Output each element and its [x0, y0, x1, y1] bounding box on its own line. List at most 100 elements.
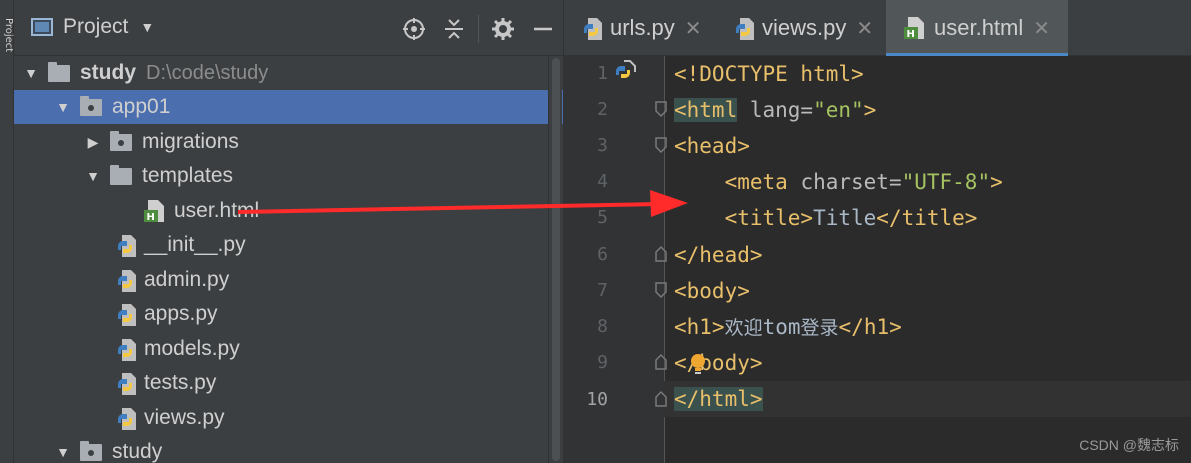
code-token-attr: lang=: [737, 98, 814, 122]
code-token: </h1>: [838, 315, 902, 339]
tab-views-py[interactable]: views.py ✕: [716, 0, 884, 56]
line-number: 2: [597, 99, 608, 120]
toolbar-divider: [478, 15, 479, 43]
code-token: >: [863, 98, 877, 122]
line-number: 3: [597, 135, 608, 156]
code-line-1[interactable]: <!DOCTYPE html>: [674, 56, 864, 92]
python-file-icon: [582, 17, 604, 40]
watermark: CSDN @魏志标: [1079, 437, 1179, 453]
close-icon[interactable]: ✕: [685, 16, 702, 41]
chevron-down-icon[interactable]: ▼: [140, 19, 154, 35]
tree-item-migrations[interactable]: ▶ migrations: [14, 125, 563, 159]
project-tree-scrollbar[interactable]: [548, 56, 562, 463]
tree-item-templates[interactable]: ▼ templates: [14, 159, 563, 193]
project-window-icon: [31, 18, 53, 36]
tree-item-label: app01: [112, 95, 171, 118]
tab-label: user.html: [934, 15, 1024, 40]
tree-item-label: __init__.py: [144, 233, 246, 256]
collapse-arrow-icon[interactable]: ▶: [84, 134, 102, 151]
tree-item-label: templates: [142, 164, 234, 187]
fold-icon[interactable]: [654, 353, 668, 371]
folder-icon: [110, 164, 132, 185]
line-number: 5: [597, 207, 608, 228]
line-number-current: 10: [586, 389, 608, 410]
code-line-8[interactable]: <h1>欢迎tom登录</h1>: [674, 309, 902, 345]
code-editor: urls.py ✕ views.py ✕ H user.html ✕ 1 2 3…: [563, 0, 1191, 463]
line-number: 9: [597, 352, 608, 373]
code-line-10[interactable]: </html>: [674, 381, 763, 417]
code-line-4[interactable]: <meta charset="UTF-8">: [674, 164, 1003, 200]
project-strip-label[interactable]: Project: [1, 18, 14, 52]
lightbulb-icon[interactable]: [688, 352, 708, 380]
folder-icon: [48, 61, 70, 82]
code-token-tag-highlight: <html: [674, 98, 738, 122]
code-line-3[interactable]: <head>: [674, 128, 750, 164]
code-token: </title>: [876, 206, 978, 230]
gear-icon[interactable]: [483, 14, 523, 44]
tree-item-label: study: [80, 61, 137, 84]
code-token-text: Title: [813, 206, 877, 230]
fold-icon[interactable]: [654, 245, 668, 263]
tree-item-views-py[interactable]: views.py: [14, 401, 563, 435]
tree-item-label: user.html: [174, 199, 260, 222]
tree-item-user-html[interactable]: H user.html: [14, 194, 563, 228]
code-line-5[interactable]: <title>Title</title>: [674, 200, 978, 236]
code-token: <title>: [674, 206, 814, 230]
tree-item-admin-py[interactable]: admin.py: [14, 263, 563, 297]
line-number: 1: [597, 63, 608, 84]
code-token: >: [990, 170, 1003, 194]
code-token-attr: charset=: [787, 170, 902, 194]
editor-tabs: urls.py ✕ views.py ✕ H user.html ✕: [564, 0, 1191, 56]
tab-user-html[interactable]: H user.html ✕: [886, 0, 1068, 56]
tree-item-init-py[interactable]: __init__.py: [14, 228, 563, 262]
line-number: 6: [597, 244, 608, 265]
expand-arrow-icon[interactable]: ▼: [54, 99, 72, 115]
collapse-icon[interactable]: [434, 14, 474, 44]
code-token-value: "UTF-8": [901, 170, 991, 194]
fold-icon[interactable]: [654, 100, 668, 118]
python-file-icon: [116, 269, 138, 292]
fold-icon[interactable]: [654, 136, 668, 154]
fold-icon[interactable]: [654, 390, 668, 408]
tree-item-study-package[interactable]: ▼ study: [14, 435, 563, 463]
fold-icon[interactable]: [654, 281, 668, 299]
close-icon[interactable]: ✕: [1033, 16, 1050, 41]
python-file-icon: [116, 407, 138, 430]
minimize-icon[interactable]: [523, 14, 563, 44]
tree-item-tests-py[interactable]: tests.py: [14, 366, 563, 400]
tree-item-label: admin.py: [144, 268, 230, 291]
code-token-text: 登录: [800, 317, 839, 339]
project-panel-header: Project ▼: [14, 0, 563, 56]
code-line-2[interactable]: <html lang="en">: [674, 92, 876, 128]
python-file-icon: [116, 234, 138, 257]
expand-arrow-icon[interactable]: ▼: [84, 168, 102, 184]
code-line-7[interactable]: <body>: [674, 273, 750, 309]
tab-urls-py[interactable]: urls.py ✕: [564, 0, 714, 56]
python-file-icon: [116, 303, 138, 326]
package-folder-icon: [80, 440, 102, 461]
code-token: <meta: [674, 170, 788, 194]
project-tool-window-strip[interactable]: Project: [0, 0, 14, 463]
python-file-icon[interactable]: [614, 59, 636, 87]
python-file-icon: [116, 338, 138, 361]
locate-icon[interactable]: [394, 14, 434, 44]
project-view-selector[interactable]: Project ▼: [31, 15, 154, 39]
python-file-icon: [116, 372, 138, 395]
tree-item-apps-py[interactable]: apps.py: [14, 297, 563, 331]
package-folder-icon: [110, 130, 132, 151]
expand-arrow-icon[interactable]: ▼: [22, 65, 40, 81]
tree-item-app01[interactable]: ▼ app01: [14, 90, 563, 124]
expand-arrow-icon[interactable]: ▼: [54, 444, 72, 460]
code-token-text: 欢迎: [724, 317, 763, 339]
tree-item-path: D:\code\study: [146, 61, 269, 84]
line-number: 8: [597, 316, 608, 337]
tree-item-study-root[interactable]: ▼ study D:\code\study: [14, 56, 563, 90]
line-number: 4: [597, 171, 608, 192]
close-icon[interactable]: ✕: [856, 16, 873, 41]
code-token-value: "en": [813, 98, 864, 122]
project-panel: Project ▼ ▼ study D:\code\study ▼ app01 …: [14, 0, 563, 463]
python-file-icon: [734, 17, 756, 40]
tree-item-models-py[interactable]: models.py: [14, 332, 563, 366]
code-line-6[interactable]: </head>: [674, 237, 763, 273]
scrollbar-thumb[interactable]: [552, 58, 560, 461]
